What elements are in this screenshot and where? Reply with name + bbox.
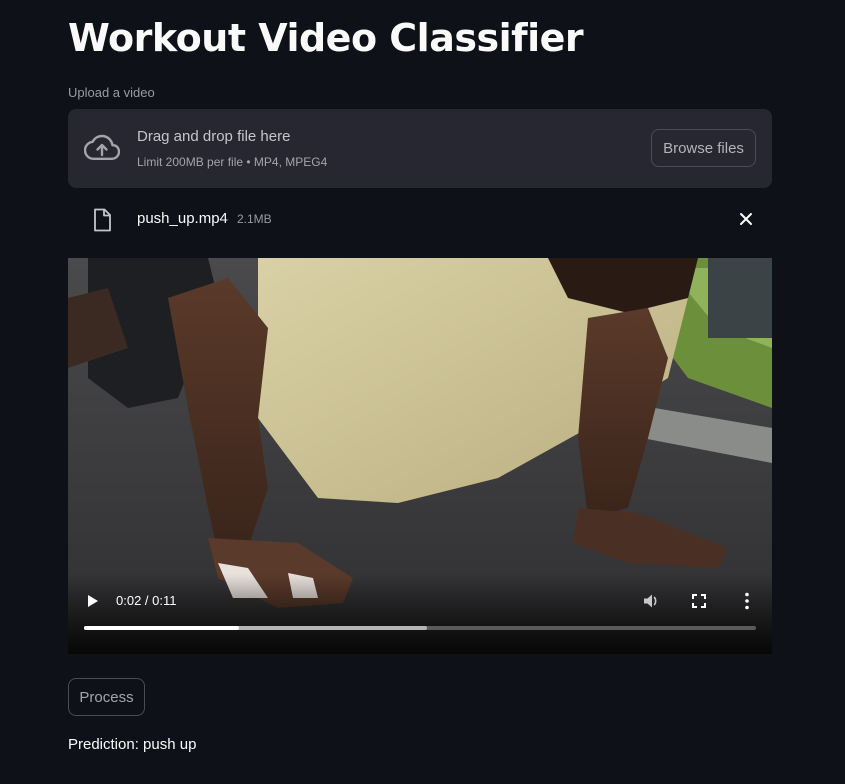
fullscreen-icon[interactable] [692,594,706,608]
close-icon[interactable] [738,211,754,227]
page-title: Workout Video Classifier [68,16,584,60]
process-button[interactable]: Process [68,678,145,716]
prediction-text: Prediction: push up [68,736,197,753]
file-dropzone[interactable]: Drag and drop file here Limit 200MB per … [68,109,772,188]
uploaded-file-row: push_up.mp4 2.1MB [68,200,772,238]
file-icon [94,208,111,232]
video-player[interactable]: 0:02 / 0:11 [68,258,772,654]
video-controls-bar: 0:02 / 0:11 [68,574,772,654]
browse-files-button[interactable]: Browse files [651,129,756,167]
file-name: push_up.mp4 [137,210,228,227]
upload-label: Upload a video [68,85,155,100]
dropzone-instructions: Drag and drop file here [137,128,291,145]
more-options-icon[interactable] [744,592,750,610]
video-progress-bar[interactable] [84,626,756,630]
app-root: Workout Video Classifier Upload a video … [0,0,845,784]
dropzone-limit-text: Limit 200MB per file • MP4, MPEG4 [137,155,328,169]
cloud-upload-icon [84,134,120,160]
volume-icon[interactable] [642,592,660,610]
video-played-bar [84,626,239,630]
file-size: 2.1MB [237,212,272,226]
video-time-display: 0:02 / 0:11 [116,593,177,608]
play-icon[interactable] [86,594,100,608]
